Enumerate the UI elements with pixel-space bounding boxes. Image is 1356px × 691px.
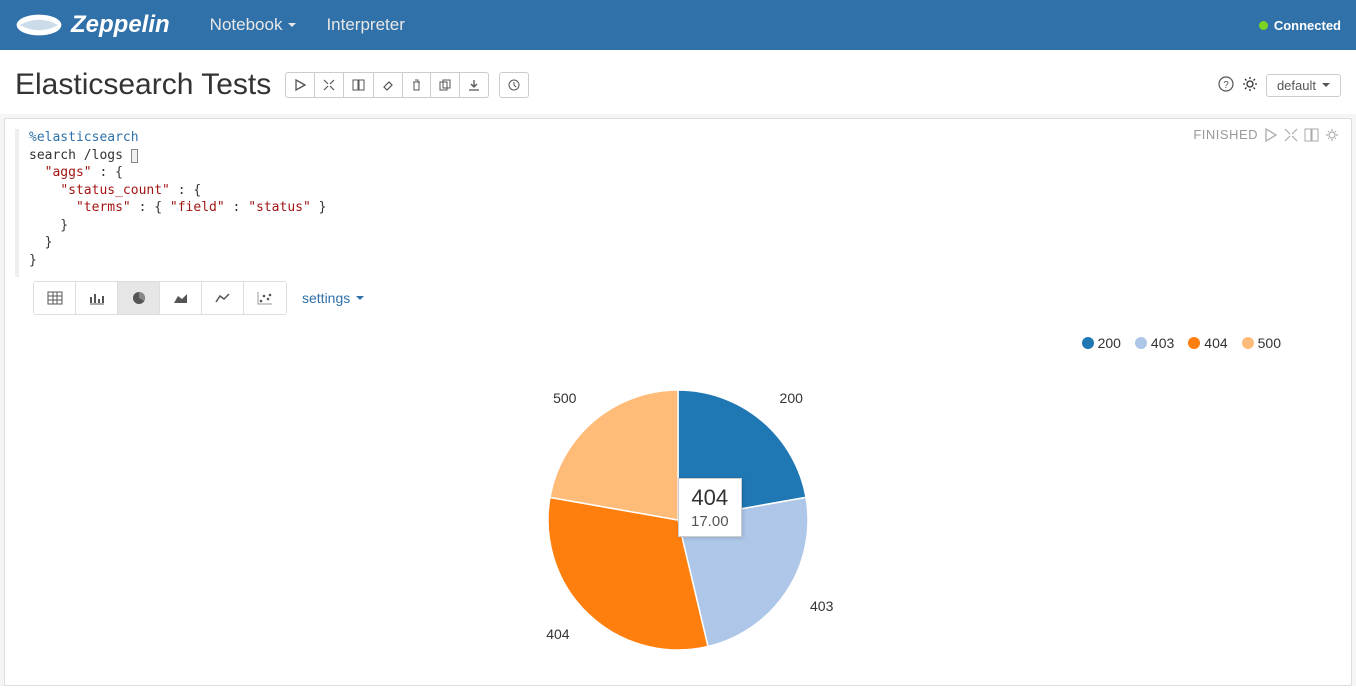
shortcuts-button[interactable]: ? [1218, 76, 1234, 95]
nav-interpreter-label: Interpreter [326, 15, 404, 35]
code-line: "terms" : { "field" : "status" } [29, 200, 326, 215]
svg-text:?: ? [1223, 80, 1229, 91]
tooltip-label: 404 [691, 485, 729, 511]
slice-label: 404 [546, 626, 570, 642]
run-all-button[interactable] [285, 72, 315, 98]
chart-area: 200 403 404 500 200 403 404 500 404 17.00 [5, 315, 1351, 670]
legend-item[interactable]: 200 [1082, 335, 1121, 351]
viz-bar-button[interactable] [76, 282, 118, 314]
code-line: } [29, 218, 68, 233]
play-icon [294, 79, 306, 91]
paragraph-controls: FINISHED [1193, 127, 1339, 142]
viz-area-button[interactable] [160, 282, 202, 314]
viz-table-button[interactable] [34, 282, 76, 314]
connection-status: Connected [1259, 18, 1341, 33]
paragraph: FINISHED %elasticsearch search /logs "ag… [4, 118, 1352, 686]
legend-swatch [1242, 337, 1254, 349]
chevron-down-icon [288, 23, 296, 27]
chevron-down-icon [356, 296, 364, 300]
clear-output-button[interactable] [374, 72, 403, 98]
settings-label: settings [302, 290, 350, 306]
chart-legend: 200 403 404 500 [1082, 335, 1281, 351]
eraser-icon [382, 79, 394, 91]
navbar: Zeppelin Notebook Interpreter Connected [0, 0, 1356, 50]
nav-notebook-label: Notebook [210, 15, 283, 35]
legend-item[interactable]: 404 [1188, 335, 1227, 351]
delete-note-button[interactable] [403, 72, 431, 98]
legend-swatch [1082, 337, 1094, 349]
slice-label: 200 [780, 390, 804, 406]
pie-slice-500[interactable] [550, 390, 678, 520]
chart-settings-link[interactable]: settings [302, 290, 364, 306]
legend-swatch [1135, 337, 1147, 349]
tooltip-value: 17.00 [691, 513, 729, 530]
clock-icon [508, 79, 520, 91]
line-chart-icon [215, 291, 231, 305]
clone-note-button[interactable] [431, 72, 460, 98]
book-icon [352, 79, 365, 91]
scatter-chart-icon [257, 291, 273, 305]
legend-label: 500 [1258, 335, 1281, 351]
help-icon: ? [1218, 76, 1234, 92]
hide-output-button[interactable] [344, 72, 374, 98]
legend-label: 200 [1098, 335, 1121, 351]
download-icon [468, 79, 480, 91]
notebook-body: FINISHED %elasticsearch search /logs "ag… [0, 114, 1356, 686]
collapse-icon [323, 79, 335, 91]
status-text: Connected [1274, 18, 1341, 33]
legend-label: 403 [1151, 335, 1174, 351]
slice-label: 403 [810, 598, 834, 614]
zeppelin-logo-icon [15, 11, 63, 39]
paragraph-settings-button[interactable] [1325, 128, 1339, 142]
hide-code-button[interactable] [315, 72, 344, 98]
trash-icon [411, 79, 422, 91]
run-paragraph-button[interactable] [1264, 128, 1278, 142]
code-editor[interactable]: %elasticsearch search /logs "aggs" : { "… [15, 129, 1341, 277]
pie-chart-icon [131, 290, 147, 306]
area-chart-icon [173, 291, 189, 305]
chevron-down-icon [1322, 83, 1330, 87]
viz-toolbar: settings [5, 277, 1351, 315]
table-icon [47, 291, 63, 305]
interpreter-binding-button[interactable] [1242, 76, 1258, 95]
code-line: } [29, 253, 37, 268]
nav-notebook[interactable]: Notebook [195, 15, 312, 35]
notebook-toolbar [285, 72, 489, 98]
pie-container: 200 403 404 500 404 17.00 [35, 370, 1321, 670]
nav-interpreter[interactable]: Interpreter [311, 15, 419, 35]
viz-line-button[interactable] [202, 282, 244, 314]
legend-item[interactable]: 500 [1242, 335, 1281, 351]
viz-scatter-button[interactable] [244, 282, 286, 314]
gear-icon [1242, 76, 1258, 92]
form-type-dropdown[interactable]: default [1266, 74, 1341, 97]
page-header: Elasticsearch Tests ? default [0, 50, 1356, 110]
code-line: search /logs [29, 148, 138, 163]
legend-label: 404 [1204, 335, 1227, 351]
viz-pie-button[interactable] [118, 282, 160, 314]
paragraph-status: FINISHED [1193, 127, 1258, 142]
notebook-title[interactable]: Elasticsearch Tests [15, 68, 271, 102]
brand[interactable]: Zeppelin [15, 11, 170, 39]
export-note-button[interactable] [460, 72, 489, 98]
bar-chart-icon [89, 291, 105, 305]
hide-output-button[interactable] [1304, 128, 1319, 142]
legend-item[interactable]: 403 [1135, 335, 1174, 351]
status-dot-icon [1259, 21, 1268, 30]
code-line: "status_count" : { [29, 183, 201, 198]
brand-text: Zeppelin [71, 11, 170, 39]
copy-icon [439, 79, 451, 91]
slice-label: 500 [553, 390, 577, 406]
legend-swatch [1188, 337, 1200, 349]
chart-tooltip: 404 17.00 [678, 478, 742, 537]
scheduler-button[interactable] [499, 72, 529, 98]
hide-editor-button[interactable] [1284, 128, 1298, 142]
code-line: "aggs" : { [29, 165, 123, 180]
form-type-label: default [1277, 78, 1316, 93]
code-line: } [29, 235, 52, 250]
code-line: %elasticsearch [29, 130, 139, 145]
